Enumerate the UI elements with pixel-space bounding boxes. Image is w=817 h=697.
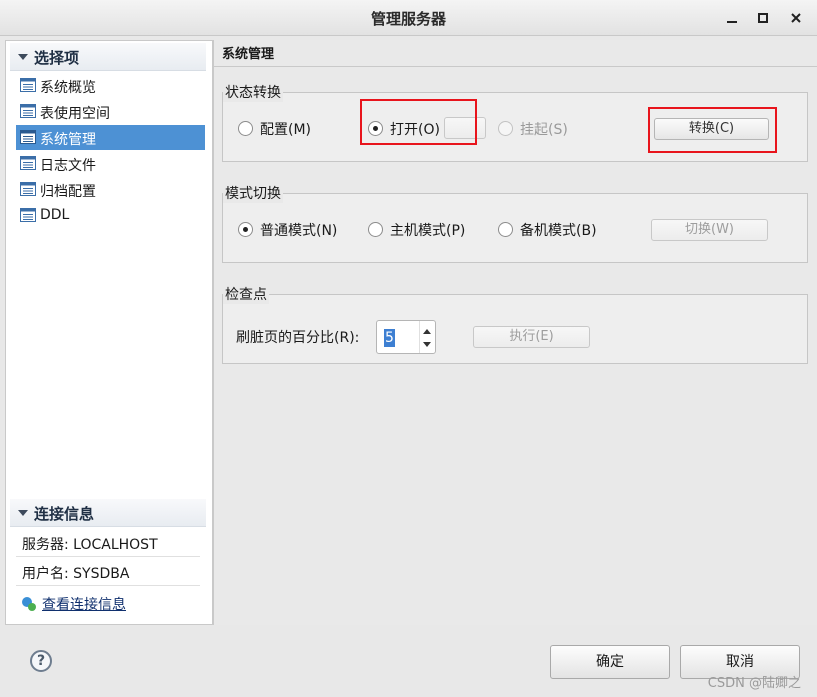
user-info: 用户名: SYSDBA: [16, 558, 200, 586]
left-panel: 选择项 系统概览 表使用空间 系统管理 日志文件 归档配置 DDL 连接信息 服…: [5, 40, 213, 625]
minimize-icon[interactable]: [722, 8, 742, 28]
server-info: 服务器: LOCALHOST: [16, 529, 200, 557]
nav-item-table-space[interactable]: 表使用空间: [16, 99, 205, 124]
annotation-highlight-open: [360, 99, 477, 145]
nav-item-log-files[interactable]: 日志文件: [16, 151, 205, 176]
dirty-page-percent-label: 刷脏页的百分比(R):: [236, 330, 360, 346]
window-title: 管理服务器: [370, 10, 446, 28]
checkpoint-group-title: 检查点: [223, 284, 269, 304]
nav-item-ddl[interactable]: DDL: [16, 203, 205, 228]
nav-item-archive-config[interactable]: 归档配置: [16, 177, 205, 202]
dirty-page-percent-spinner[interactable]: 5: [376, 320, 436, 354]
watermark: CSDN @陆卿之: [707, 676, 801, 691]
main-panel: 系统管理 状态转换 配置(M) 打开(O) 挂起(S) 转换(C) 模式切换 普…: [213, 40, 817, 625]
connection-section-header[interactable]: 连接信息: [10, 499, 206, 527]
nav-item-system-management[interactable]: 系统管理: [16, 125, 205, 150]
nav-item-system-overview[interactable]: 系统概览: [16, 73, 205, 98]
collapse-triangle-icon: [18, 54, 28, 60]
list-icon: [20, 104, 36, 118]
connection-icon: [22, 597, 36, 611]
execute-button: 执行(E): [473, 326, 590, 348]
maximize-icon[interactable]: [753, 8, 773, 28]
title-bar: 管理服务器: [0, 0, 817, 36]
annotation-highlight-convert: [648, 107, 777, 153]
mode-group-title: 模式切换: [223, 183, 283, 203]
collapse-triangle-icon: [18, 510, 28, 516]
help-icon[interactable]: ?: [30, 650, 52, 672]
list-icon: [20, 130, 36, 144]
state-group-title: 状态转换: [223, 82, 283, 102]
list-icon: [20, 78, 36, 92]
divider: [214, 66, 817, 67]
list-icon: [20, 182, 36, 196]
page-title: 系统管理: [222, 47, 275, 62]
switch-button: 切换(W): [651, 219, 768, 241]
options-section-header[interactable]: 选择项: [10, 43, 206, 71]
spinner-value[interactable]: 5: [384, 329, 395, 347]
spin-down-icon[interactable]: [423, 342, 431, 347]
ok-button[interactable]: 确定: [550, 645, 670, 679]
list-icon: [20, 156, 36, 170]
list-icon: [20, 208, 36, 222]
close-icon[interactable]: [786, 8, 806, 28]
view-connection-info-link[interactable]: 查看连接信息: [18, 593, 198, 615]
spin-up-icon[interactable]: [423, 329, 431, 334]
